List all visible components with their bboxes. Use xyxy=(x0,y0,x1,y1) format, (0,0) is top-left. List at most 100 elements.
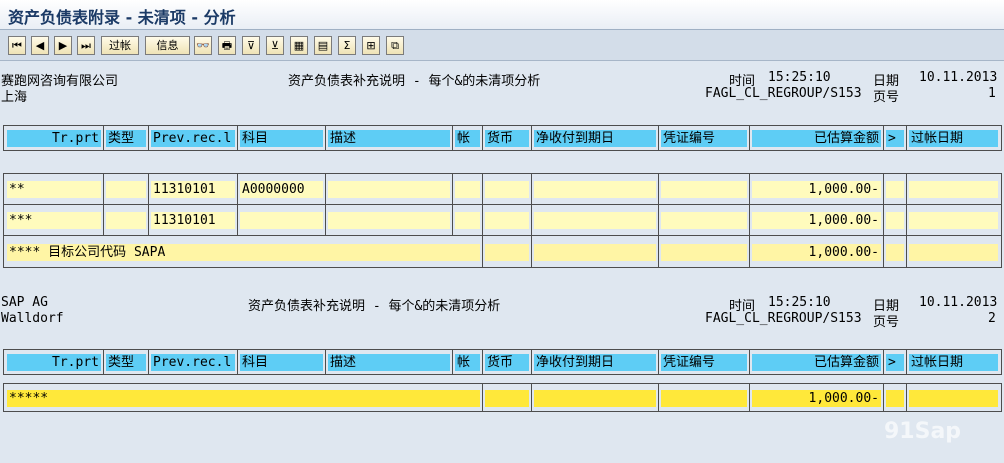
col-indicator[interactable]: > xyxy=(886,354,904,371)
cell-ledger[interactable] xyxy=(455,181,480,198)
toolbar: ⏮ ◀ ▶ ⏭ 过帐 信息 👓 🖶 ⊽ ⊻ ▦ ▤ Σ ⊞ ⧉ xyxy=(0,30,1004,61)
cell-prev-rec[interactable]: 11310101 xyxy=(151,181,235,198)
cell-due-date[interactable] xyxy=(534,212,656,229)
cell-posting-date[interactable] xyxy=(909,212,998,229)
time-value: 15:25:10 xyxy=(768,295,831,310)
company-city: 上海 xyxy=(1,90,28,105)
sheet-icon[interactable]: ▤ xyxy=(314,36,332,55)
company-city: Walldorf xyxy=(1,311,64,326)
page-label: 页号 xyxy=(873,315,900,330)
page-number: 1 xyxy=(988,86,996,101)
print-icon[interactable]: 🖶 xyxy=(218,36,236,55)
col-currency[interactable]: 货币 xyxy=(485,354,529,371)
report-title: 资产负债表补充说明 - 每个&的未清项分析 xyxy=(248,299,501,314)
table-row: *** 11310101 1,000.00- xyxy=(3,204,1002,236)
cell-amount[interactable]: 1,000.00- xyxy=(752,212,881,229)
time-value: 15:25:10 xyxy=(768,70,831,85)
cell-currency[interactable] xyxy=(485,390,529,407)
cell-due-date[interactable] xyxy=(534,390,656,407)
col-due-date[interactable]: 净收付到期日 xyxy=(534,354,656,371)
col-prev-rec[interactable]: Prev.rec.l xyxy=(151,130,235,147)
summary-label[interactable]: **** 目标公司代码 SAPA xyxy=(7,244,480,261)
cell-doc-number[interactable] xyxy=(661,212,747,229)
post-button[interactable]: 过帐 xyxy=(101,36,139,55)
col-prev-rec[interactable]: Prev.rec.l xyxy=(151,354,235,371)
cell-indicator[interactable] xyxy=(886,212,904,229)
col-due-date[interactable]: 净收付到期日 xyxy=(534,130,656,147)
export-icon[interactable]: ⧉ xyxy=(386,36,404,55)
cell-trprt[interactable]: *** xyxy=(7,212,101,229)
col-doc-number[interactable]: 凭证编号 xyxy=(661,354,747,371)
report-list: 赛跑网咨询有限公司 上海 资产负债表补充说明 - 每个&的未清项分析 时间 15… xyxy=(0,61,1004,444)
next-page-icon[interactable]: ▶ xyxy=(54,36,72,55)
cell-description[interactable] xyxy=(328,181,450,198)
cell-doc-number[interactable] xyxy=(661,390,747,407)
date-value: 10.11.2013 xyxy=(919,295,998,310)
cell-doc-number[interactable] xyxy=(661,181,747,198)
cell-ledger[interactable] xyxy=(455,212,480,229)
col-estimated-amount[interactable]: 已估算金额 xyxy=(752,130,881,147)
cell-posting-date[interactable] xyxy=(909,390,998,407)
col-posting-date[interactable]: 过帐日期 xyxy=(909,130,998,147)
cell-amount[interactable]: 1,000.00- xyxy=(752,181,881,198)
company-code-summary-row: **** 目标公司代码 SAPA 1,000.00- xyxy=(3,235,1002,268)
col-trprt[interactable]: Tr.prt xyxy=(7,354,101,371)
cell-type[interactable] xyxy=(106,181,146,198)
cell-prev-rec[interactable]: 11310101 xyxy=(151,212,235,229)
col-ledger[interactable]: 帐 xyxy=(455,130,480,147)
cell-due-date[interactable] xyxy=(534,181,656,198)
total-amount[interactable]: 1,000.00- xyxy=(752,390,881,407)
page-number: 2 xyxy=(988,311,996,326)
col-ledger[interactable]: 帐 xyxy=(455,354,480,371)
cell-posting-date[interactable] xyxy=(909,244,998,261)
cell-indicator[interactable] xyxy=(886,390,904,407)
cell-posting-date[interactable] xyxy=(909,181,998,198)
col-account[interactable]: 科目 xyxy=(240,354,323,371)
col-trprt[interactable]: Tr.prt xyxy=(7,130,101,147)
col-description[interactable]: 描述 xyxy=(328,130,450,147)
company-name: SAP AG xyxy=(1,295,48,310)
cell-description[interactable] xyxy=(328,212,450,229)
filter-set-icon[interactable]: ⊻ xyxy=(266,36,284,55)
cell-doc-number[interactable] xyxy=(661,244,747,261)
window-title: 资产负债表附录 - 未清项 - 分析 xyxy=(8,8,236,27)
cell-currency[interactable] xyxy=(485,244,529,261)
previous-page-icon[interactable]: ◀ xyxy=(31,36,49,55)
col-indicator[interactable]: > xyxy=(886,130,904,147)
col-type[interactable]: 类型 xyxy=(106,130,146,147)
col-currency[interactable]: 货币 xyxy=(485,130,529,147)
glasses-icon[interactable]: 👓 xyxy=(194,36,212,55)
info-button[interactable]: 信息 xyxy=(145,36,190,55)
cell-account[interactable]: A0000000 xyxy=(240,181,323,198)
column-header-row: Tr.prt 类型 Prev.rec.l 科目 描述 帐 货币 净收付到期日 凭… xyxy=(3,125,1002,151)
total-label[interactable]: ***** xyxy=(7,390,480,407)
sum-icon[interactable]: Σ xyxy=(338,36,356,55)
cell-account[interactable] xyxy=(240,212,323,229)
col-type[interactable]: 类型 xyxy=(106,354,146,371)
col-posting-date[interactable]: 过帐日期 xyxy=(909,354,998,371)
cell-currency[interactable] xyxy=(485,212,529,229)
cell-type[interactable] xyxy=(106,212,146,229)
cell-indicator[interactable] xyxy=(886,181,904,198)
column-header-row: Tr.prt 类型 Prev.rec.l 科目 描述 帐 货币 净收付到期日 凭… xyxy=(3,349,1002,375)
subtotal-icon[interactable]: ⊞ xyxy=(362,36,380,55)
col-description[interactable]: 描述 xyxy=(328,354,450,371)
filter-icon[interactable]: ⊽ xyxy=(242,36,260,55)
program-name: FAGL_CL_REGROUP/S153 xyxy=(705,86,862,101)
title-bar: 资产负债表附录 - 未清项 - 分析 xyxy=(0,0,1004,30)
cell-currency[interactable] xyxy=(485,181,529,198)
col-estimated-amount[interactable]: 已估算金额 xyxy=(752,354,881,371)
col-account[interactable]: 科目 xyxy=(240,130,323,147)
summary-amount[interactable]: 1,000.00- xyxy=(752,244,881,261)
program-name: FAGL_CL_REGROUP/S153 xyxy=(705,311,862,326)
watermark-logo: 91Sap xyxy=(884,419,962,444)
layout-icon[interactable]: ▦ xyxy=(290,36,308,55)
grand-total-row: ***** 1,000.00- xyxy=(3,383,1002,412)
first-page-icon[interactable]: ⏮ xyxy=(8,36,26,55)
report-title: 资产负债表补充说明 - 每个&的未清项分析 xyxy=(288,74,541,89)
cell-trprt[interactable]: ** xyxy=(7,181,101,198)
last-page-icon[interactable]: ⏭ xyxy=(77,36,95,55)
col-doc-number[interactable]: 凭证编号 xyxy=(661,130,747,147)
cell-indicator[interactable] xyxy=(886,244,904,261)
cell-due-date[interactable] xyxy=(534,244,656,261)
